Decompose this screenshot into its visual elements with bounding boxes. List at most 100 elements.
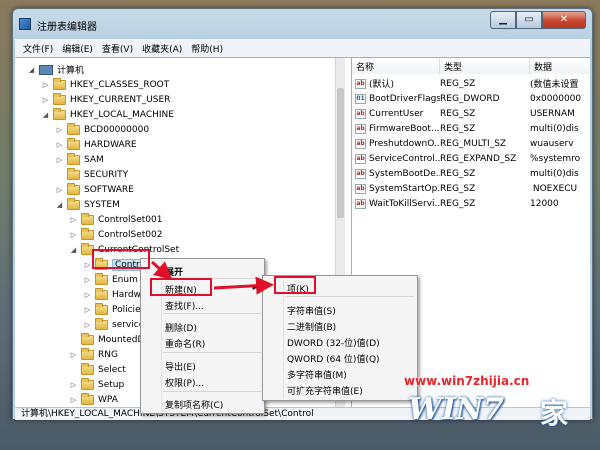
- collapse-icon[interactable]: ◢: [55, 201, 64, 209]
- menu-file[interactable]: 文件(F): [23, 42, 53, 55]
- tree-item-label: 计算机: [57, 66, 85, 76]
- tree-item-hkcu[interactable]: ▷ HKEY_CURRENT_USER: [41, 92, 170, 107]
- collapse-icon[interactable]: ◢: [69, 246, 78, 254]
- menu-item-rename[interactable]: 重命名(R): [165, 337, 205, 350]
- folder-icon: [67, 122, 80, 135]
- minimize-button[interactable]: ▁: [490, 11, 516, 29]
- tree-item-label: Hardw: [112, 289, 141, 300]
- folder-icon: [67, 152, 80, 165]
- menu-item-expand[interactable]: 展开: [165, 265, 183, 278]
- value-row[interactable]: ab (默认) REG_SZ (数值未设置: [352, 76, 590, 91]
- menu-item-export[interactable]: 导出(E): [165, 360, 196, 373]
- string-value-icon: ab: [355, 198, 366, 209]
- value-type: REG_SZ: [440, 108, 476, 119]
- expand-icon[interactable]: ▷: [69, 396, 78, 404]
- tree-item-system[interactable]: ◢ SYSTEM: [55, 197, 120, 212]
- tree-item-controlset001[interactable]: ▷ ControlSet001: [69, 212, 163, 227]
- submenu-item-binary-value[interactable]: 二进制值(B): [287, 320, 336, 333]
- maximize-button[interactable]: ▭: [516, 11, 542, 29]
- menu-edit[interactable]: 编辑(E): [62, 42, 93, 55]
- value-row[interactable]: ab CurrentUser REG_SZ USERNAM: [352, 106, 590, 121]
- expand-icon[interactable]: ▷: [83, 261, 92, 269]
- collapse-icon[interactable]: ◢: [41, 111, 50, 119]
- tree-item-hkcr[interactable]: ▷ HKEY_CLASSES_ROOT: [41, 77, 169, 92]
- tree-item-services[interactable]: ▷ service: [83, 317, 144, 332]
- tree-item-software[interactable]: ▷ SOFTWARE: [55, 182, 134, 197]
- watermark-logo-suffix: 家: [540, 397, 569, 430]
- tree-item-select[interactable]: Select: [69, 362, 126, 377]
- folder-icon: [53, 92, 66, 105]
- value-type: REG_SZ: [440, 78, 476, 89]
- tree-item-mounteddevices[interactable]: MountedD: [69, 332, 144, 347]
- value-row[interactable]: 01 BootDriverFlags REG_DWORD 0x0000000: [352, 91, 590, 106]
- window-title: 注册表编辑器: [37, 22, 97, 33]
- expand-icon[interactable]: ▷: [55, 186, 64, 194]
- close-button[interactable]: ✕: [542, 11, 586, 29]
- menu-help[interactable]: 帮助(H): [191, 42, 223, 55]
- column-header-data[interactable]: 数据: [530, 58, 590, 74]
- value-data: 0x0000000: [530, 93, 582, 104]
- menu-item-delete[interactable]: 删除(D): [165, 321, 197, 334]
- submenu-item-dword-value[interactable]: DWORD (32-位)值(D): [287, 336, 380, 349]
- expand-icon[interactable]: ▷: [55, 156, 64, 164]
- tree-item-setup[interactable]: ▷ Setup: [69, 377, 124, 392]
- value-type: REG_EXPAND_SZ: [440, 153, 517, 164]
- submenu-item-qword-value[interactable]: QWORD (64 位)值(Q): [287, 352, 380, 365]
- tree-item-label: SYSTEM: [84, 199, 120, 210]
- menu-item-permissions[interactable]: 权限(P)...: [165, 376, 204, 389]
- expand-icon[interactable]: ▷: [83, 291, 92, 299]
- menu-view[interactable]: 查看(V): [102, 42, 133, 55]
- submenu-item-expandable-string-value[interactable]: 可扩充字符串值(E): [287, 384, 363, 397]
- tree-item-bcd[interactable]: ▷ BCD00000000: [55, 122, 149, 137]
- expand-icon[interactable]: ▷: [41, 96, 50, 104]
- title-bar[interactable]: 注册表编辑器 ▁ ▭ ✕: [13, 9, 592, 37]
- expand-icon[interactable]: ▷: [69, 351, 78, 359]
- collapse-icon[interactable]: ◢: [27, 66, 36, 74]
- column-header-name[interactable]: 名称: [352, 58, 440, 74]
- expand-icon[interactable]: ▷: [69, 231, 78, 239]
- value-name: SystemBootDe...: [369, 168, 440, 179]
- scrollbar-thumb[interactable]: [337, 88, 344, 218]
- tree-item-hardware[interactable]: ▷ HARDWARE: [55, 137, 137, 152]
- menu-favorites[interactable]: 收藏夹(A): [142, 42, 182, 55]
- expand-icon[interactable]: ▷: [83, 276, 92, 284]
- folder-icon: [67, 137, 80, 150]
- submenu-item-multi-string-value[interactable]: 多字符串值(M): [287, 368, 347, 381]
- value-row[interactable]: ab WaitToKillServi... REG_SZ 12000: [352, 196, 590, 211]
- tree-item-policies[interactable]: ▷ Policies: [83, 302, 145, 317]
- expand-icon[interactable]: ▷: [83, 321, 92, 329]
- expand-icon[interactable]: ▷: [69, 216, 78, 224]
- tree-item-security[interactable]: SECURITY: [55, 167, 128, 182]
- value-row[interactable]: ab FirmwareBoot... REG_SZ multi(0)dis: [352, 121, 590, 136]
- submenu-item-string-value[interactable]: 字符串值(S): [287, 304, 336, 317]
- tree-item-hklm[interactable]: ◢ HKEY_LOCAL_MACHINE: [41, 107, 174, 122]
- value-data: wuauserv: [530, 138, 574, 149]
- tree-item-enum[interactable]: ▷ Enum: [83, 272, 138, 287]
- value-row[interactable]: ab SystemStartOp... REG_SZ NOEXECU: [352, 181, 590, 196]
- folder-icon: [81, 362, 94, 375]
- value-row[interactable]: ab SystemBootDe... REG_SZ multi(0)dis: [352, 166, 590, 181]
- tree-item-sam[interactable]: ▷ SAM: [55, 152, 104, 167]
- tree-item-wpa[interactable]: ▷ WPA: [69, 392, 118, 407]
- folder-icon: [81, 377, 94, 390]
- tree-item-rng[interactable]: ▷ RNG: [69, 347, 118, 362]
- expand-icon[interactable]: ▷: [41, 81, 50, 89]
- string-value-icon: ab: [355, 138, 366, 149]
- expand-icon[interactable]: ▷: [83, 306, 92, 314]
- expand-icon[interactable]: ▷: [55, 126, 64, 134]
- menu-item-find[interactable]: 查找(F)...: [165, 299, 204, 312]
- menu-item-copy-key-name[interactable]: 复制项名称(C): [165, 398, 223, 411]
- tree-item-computer[interactable]: ◢ 计算机: [27, 62, 84, 77]
- value-row[interactable]: ab ServiceControl... REG_EXPAND_SZ %syst…: [352, 151, 590, 166]
- folder-icon: [95, 272, 108, 285]
- value-row[interactable]: ab PreshutdownO... REG_MULTI_SZ wuauserv: [352, 136, 590, 151]
- expand-icon[interactable]: ▷: [69, 381, 78, 389]
- tree-item-hardware-profiles[interactable]: ▷ Hardw: [83, 287, 141, 302]
- value-name: ServiceControl...: [369, 153, 440, 164]
- column-header-type[interactable]: 类型: [440, 58, 530, 74]
- folder-icon: [95, 287, 108, 300]
- tree-item-controlset002[interactable]: ▷ ControlSet002: [69, 227, 163, 242]
- expand-icon[interactable]: ▷: [55, 141, 64, 149]
- value-name: CurrentUser: [369, 108, 424, 119]
- value-type: REG_SZ: [440, 123, 476, 134]
